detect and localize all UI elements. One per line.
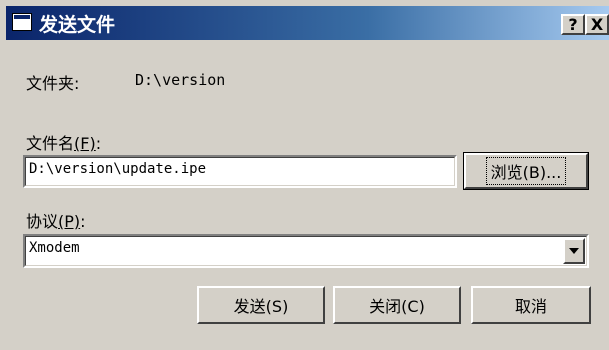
protocol-label: 协议 — [26, 212, 59, 231]
filename-label: 文件名 — [26, 134, 75, 153]
filename-label-suffix: : — [95, 134, 102, 153]
send-file-dialog: 发送文件 ? X 文件夹: D:\version 文件名(F): D:\vers… — [0, 0, 609, 350]
protocol-accel: (P) — [58, 212, 81, 231]
help-button[interactable]: ? — [561, 14, 585, 35]
title-bar[interactable]: 发送文件 ? X — [6, 6, 609, 40]
protocol-label-group: 协议(P): — [26, 208, 86, 232]
close-window-button[interactable]: X — [585, 14, 609, 35]
filename-accel: (F) — [74, 134, 96, 153]
protocol-value: Xmodem — [29, 240, 80, 256]
protocol-label-suffix: : — [80, 212, 86, 231]
help-icon: ? — [568, 15, 578, 34]
close-label: 关闭(C) — [369, 297, 425, 316]
filename-input[interactable]: D:\version\update.ipe — [23, 155, 457, 188]
close-button[interactable]: 关闭(C) — [333, 286, 461, 324]
send-label: 发送(S) — [233, 297, 289, 316]
window-title: 发送文件 — [39, 14, 116, 36]
folder-value: D:\version — [135, 71, 226, 89]
cancel-button[interactable]: 取消 — [471, 286, 591, 324]
filename-label-group: 文件名(F): — [26, 130, 101, 154]
folder-label: 文件夹: — [26, 74, 80, 93]
browse-label: 浏览(B)... — [485, 157, 567, 185]
chevron-down-icon[interactable] — [563, 238, 585, 264]
send-button[interactable]: 发送(S) — [197, 286, 325, 324]
filename-value: D:\version\update.ipe — [29, 161, 207, 177]
window-icon — [12, 13, 32, 31]
browse-button[interactable]: 浏览(B)... — [463, 152, 589, 190]
close-icon: X — [590, 15, 604, 34]
protocol-select[interactable]: Xmodem — [23, 234, 589, 268]
cancel-label: 取消 — [514, 297, 547, 316]
